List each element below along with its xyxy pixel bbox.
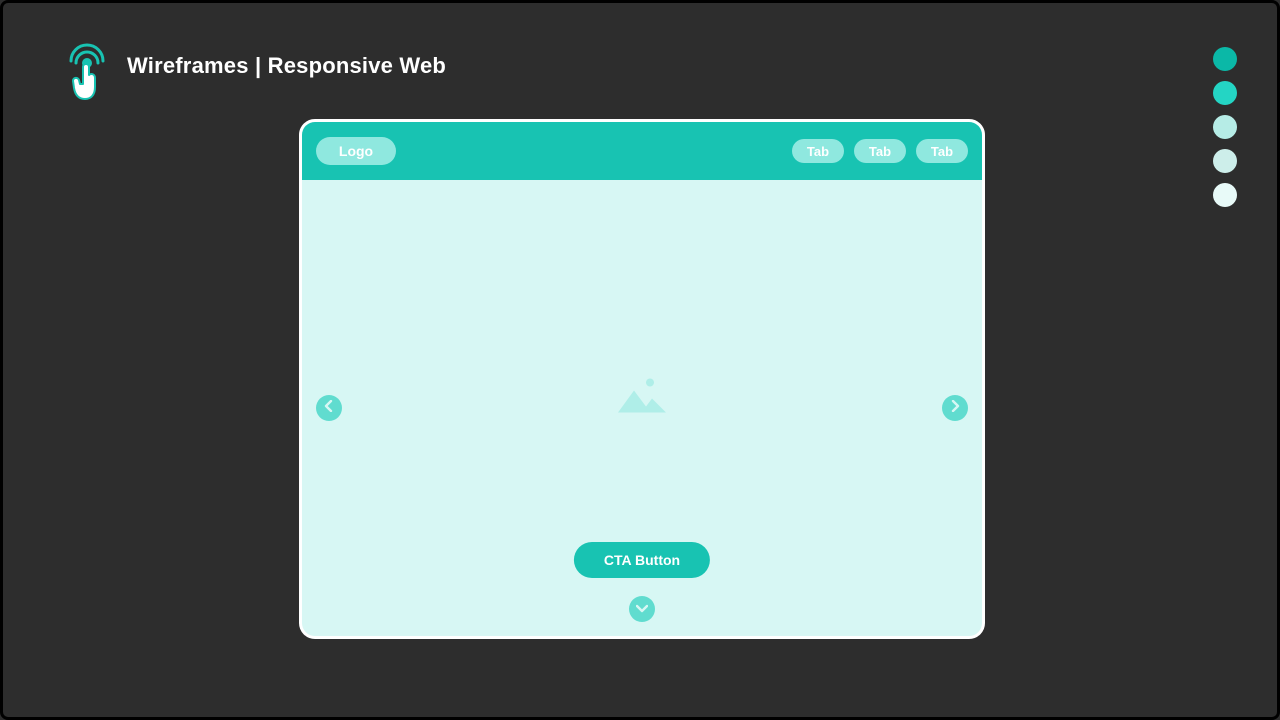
wireframe-tabs: Tab Tab Tab [792, 139, 968, 163]
touch-hand-icon [61, 41, 113, 103]
wireframe-body: CTA Button [302, 180, 982, 636]
page-header: Wireframes | Responsive Web [61, 41, 446, 103]
wireframe-navbar: Logo Tab Tab Tab [302, 122, 982, 180]
wireframe-logo[interactable]: Logo [316, 137, 396, 165]
wireframe-tab-3[interactable]: Tab [916, 139, 968, 163]
swatch-3 [1213, 115, 1237, 139]
swatch-1 [1213, 47, 1237, 71]
swatch-2 [1213, 81, 1237, 105]
wireframe-tab-1[interactable]: Tab [792, 139, 844, 163]
chevron-right-icon [950, 399, 960, 417]
wireframe-frame: Logo Tab Tab Tab CTA Button [299, 119, 985, 639]
chevron-left-icon [324, 399, 334, 417]
swatch-4 [1213, 149, 1237, 173]
page-title: Wireframes | Responsive Web [127, 53, 446, 79]
wireframe-tab-2[interactable]: Tab [854, 139, 906, 163]
cta-button[interactable]: CTA Button [574, 542, 710, 578]
color-palette [1213, 47, 1237, 207]
swatch-5 [1213, 183, 1237, 207]
chevron-down-icon [636, 600, 648, 618]
carousel-next-button[interactable] [942, 395, 968, 421]
carousel-prev-button[interactable] [316, 395, 342, 421]
image-placeholder-icon [614, 376, 670, 421]
scroll-down-button[interactable] [629, 596, 655, 622]
